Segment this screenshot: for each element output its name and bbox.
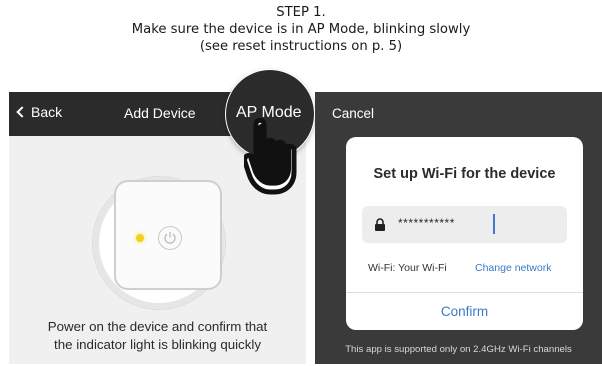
change-network-link[interactable]: Change network xyxy=(475,262,551,274)
instruction-line-1: Power on the device and confirm that xyxy=(47,319,268,334)
device-power-button xyxy=(158,226,182,250)
password-value: *********** xyxy=(398,216,455,230)
confirm-button[interactable]: Confirm xyxy=(346,293,583,330)
add-device-title: Add Device xyxy=(124,105,196,121)
chevron-left-icon xyxy=(16,106,28,118)
power-icon xyxy=(164,232,176,244)
wifi-setup-dialog: Set up Wi-Fi for the device *********** … xyxy=(346,137,583,330)
back-button[interactable]: Back xyxy=(15,104,62,120)
pointing-hand-icon xyxy=(244,118,297,195)
indicator-light xyxy=(136,234,144,242)
dialog-title: Set up Wi-Fi for the device xyxy=(373,166,556,182)
text-caret xyxy=(493,214,495,234)
wifi-network-label: Wi-Fi: Your Wi-Fi xyxy=(368,262,447,274)
step-number: STEP 1. xyxy=(276,5,326,20)
cancel-button[interactable]: Cancel xyxy=(332,106,374,121)
instruction-line-2: the indicator light is blinking quickly xyxy=(54,337,261,352)
wifi-support-note: This app is supported only on 2.4GHz Wi-… xyxy=(345,344,572,355)
wifi-password-field[interactable]: *********** xyxy=(362,206,567,243)
back-label: Back xyxy=(31,104,63,120)
step-instruction: Make sure the device is in AP Mode, blin… xyxy=(131,22,471,37)
power-on-instructions: Power on the device and confirm that the… xyxy=(9,318,306,354)
step-header: STEP 1. Make sure the device is in AP Mo… xyxy=(0,4,602,55)
wifi-setup-screen: Cancel Set up Wi-Fi for the device *****… xyxy=(315,92,602,364)
step-reference: (see reset instructions on p. 5) xyxy=(199,39,403,54)
lock-icon xyxy=(375,218,385,231)
